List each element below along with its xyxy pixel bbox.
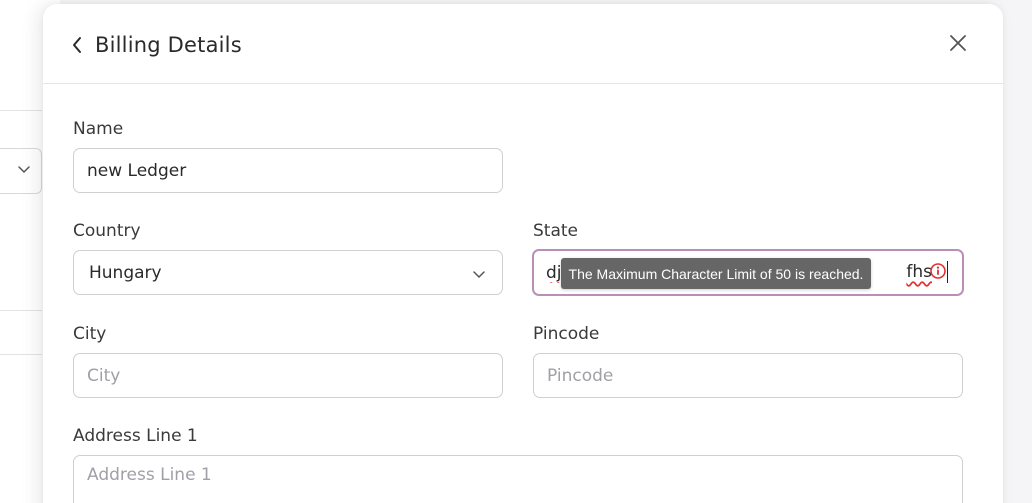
address-line-1-field[interactable] [73, 455, 963, 503]
state-label: State [533, 221, 578, 241]
name-value: new Ledger [87, 160, 187, 181]
chevron-down-icon [473, 271, 485, 279]
chevron-left-icon [73, 37, 81, 53]
chevron-down-icon [18, 166, 30, 174]
billing-details-panel: Billing Details Name new Ledger Country … [43, 4, 1003, 503]
panel-header: Billing Details [43, 4, 1003, 84]
country-value: Hungary [89, 262, 162, 283]
pincode-input[interactable] [547, 365, 962, 386]
state-value-end: fhs [906, 262, 932, 282]
country-select[interactable]: Hungary [73, 250, 503, 295]
close-icon [950, 35, 966, 51]
address-line-1-input[interactable] [87, 465, 962, 485]
error-info-icon [930, 263, 946, 279]
background-divider [0, 110, 42, 111]
close-button[interactable] [947, 32, 969, 54]
background-dropdown[interactable] [0, 148, 42, 194]
text-caret [947, 261, 948, 283]
city-field[interactable] [73, 353, 503, 398]
page-title: Billing Details [95, 33, 242, 57]
address-line-1-label: Address Line 1 [73, 426, 198, 446]
name-field[interactable]: new Ledger [73, 148, 503, 193]
pincode-field[interactable] [533, 353, 963, 398]
background-divider [0, 354, 42, 355]
background-divider [0, 310, 42, 311]
city-label: City [73, 324, 107, 344]
back-button[interactable]: Billing Details [71, 31, 251, 59]
city-input[interactable] [87, 365, 502, 386]
error-tooltip: The Maximum Character Limit of 50 is rea… [561, 258, 871, 289]
pincode-label: Pincode [533, 324, 600, 344]
country-label: Country [73, 221, 141, 241]
name-label: Name [73, 119, 124, 139]
